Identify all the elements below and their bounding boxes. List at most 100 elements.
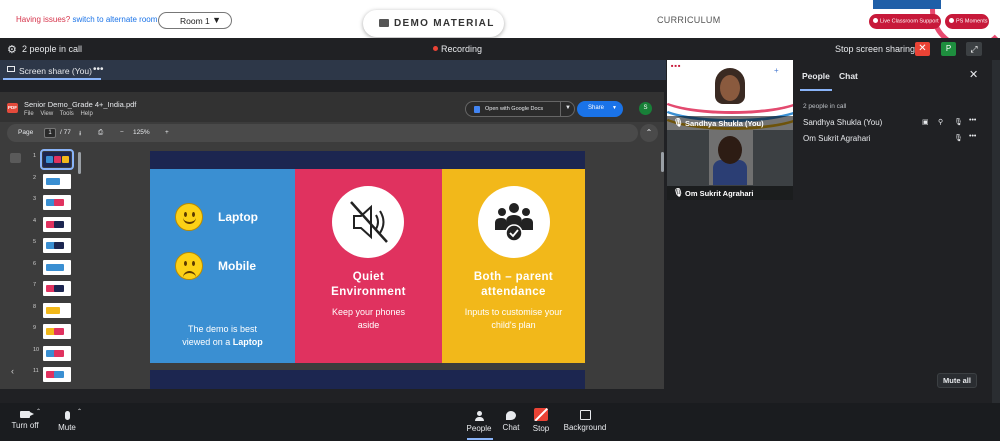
page-thumbnail[interactable] bbox=[43, 216, 71, 232]
share-button[interactable]: Share ▼ bbox=[577, 101, 623, 117]
mute-label: Mute bbox=[58, 423, 76, 432]
page-scrollbar[interactable] bbox=[992, 60, 1000, 403]
more-options-icon[interactable]: ••• bbox=[93, 64, 104, 75]
page-number-input[interactable]: 1 bbox=[44, 128, 56, 138]
next-slide-preview bbox=[150, 370, 585, 389]
page-label: Page bbox=[18, 129, 34, 136]
more-options-icon[interactable]: ••• bbox=[969, 133, 976, 140]
people-count: 2 people in call bbox=[22, 44, 83, 54]
page-thumbnail[interactable] bbox=[43, 302, 71, 318]
page-thumbnail[interactable] bbox=[43, 238, 71, 253]
demo-note-bold: Laptop bbox=[232, 337, 263, 347]
thumbnail-scrollbar[interactable] bbox=[78, 152, 81, 174]
curriculum-tab[interactable]: CURRICULUM bbox=[657, 15, 721, 25]
print-icon[interactable]: ⎙ bbox=[98, 129, 103, 137]
parents-title: Both – parent attendance bbox=[442, 270, 585, 300]
ps-moments-button[interactable]: PS Moments bbox=[945, 14, 989, 29]
top-bar: Having issues? switch to alternate room … bbox=[0, 0, 1000, 38]
live-classroom-support-button[interactable]: Live Classroom Support bbox=[869, 14, 941, 29]
chevron-up-icon[interactable]: ⌃ bbox=[77, 408, 82, 415]
page-thumbnail[interactable] bbox=[43, 195, 71, 210]
control-bar: Turn off ⌃ Mute ⌃ People Chat Stop Backg… bbox=[0, 403, 1000, 441]
plus-icon: + bbox=[774, 66, 779, 75]
expand-icon[interactable]: ⤢ bbox=[966, 42, 982, 56]
moments-icon bbox=[949, 18, 954, 23]
collapse-toolbar-icon[interactable]: ⌃ bbox=[640, 124, 658, 142]
thumbnail-number: 5 bbox=[33, 239, 37, 245]
in-call-count: 2 people in call bbox=[803, 103, 847, 110]
zoom-out-icon[interactable]: − bbox=[120, 129, 124, 136]
chat-label: Chat bbox=[502, 423, 520, 432]
screen-share-header: Screen share (You) ••• bbox=[0, 60, 666, 80]
chevron-up-icon[interactable]: ⌃ bbox=[36, 408, 41, 415]
active-control-indicator bbox=[467, 438, 493, 440]
caret-down-icon[interactable]: ▼ bbox=[565, 105, 571, 111]
stop-sharing-button[interactable]: Stop bbox=[528, 408, 554, 433]
recording-indicator: Recording bbox=[433, 44, 482, 54]
turn-off-label: Turn off bbox=[11, 421, 39, 430]
quiet-caption: Keep your phones aside bbox=[295, 306, 442, 332]
thumbnail-number: 11 bbox=[33, 368, 39, 374]
people-button[interactable]: People bbox=[462, 411, 496, 433]
zoom-in-icon[interactable]: + bbox=[165, 129, 169, 136]
mute-all-button[interactable]: Mute all bbox=[937, 373, 977, 388]
tab-people[interactable]: People bbox=[802, 71, 830, 81]
quiet-title-line-2: Environment bbox=[331, 286, 406, 298]
stop-sharing-close-button[interactable]: ✕ bbox=[915, 42, 930, 56]
page-scrollbar[interactable] bbox=[661, 152, 664, 172]
laptop-label: Laptop bbox=[218, 210, 258, 224]
close-icon[interactable]: ✕ bbox=[969, 68, 978, 81]
download-icon[interactable]: ⭳ bbox=[79, 129, 81, 140]
page-thumbnail[interactable] bbox=[43, 259, 71, 275]
thumbnail-number: 4 bbox=[33, 217, 37, 224]
page-thumbnail[interactable] bbox=[43, 345, 71, 361]
zoom-level: 125% bbox=[133, 129, 150, 136]
slide-panel-device: Laptop Mobile The demo is best viewed on… bbox=[150, 169, 295, 363]
thumbnail-number: 7 bbox=[33, 282, 37, 288]
video-tile-name: 🎙 Om Sukrit Agrahari bbox=[667, 186, 793, 200]
person-pin-icon[interactable]: ⚲ bbox=[938, 118, 943, 126]
issues-notice: Having issues? switch to alternate room bbox=[16, 15, 157, 24]
demo-note-line-2: viewed on a Laptop bbox=[150, 336, 295, 349]
stop-screen-sharing-label: Stop screen sharing bbox=[835, 44, 916, 54]
page-thumbnail[interactable] bbox=[43, 173, 71, 189]
screen-share-label[interactable]: Screen share (You) bbox=[19, 66, 92, 76]
more-options-icon[interactable]: ••• bbox=[969, 117, 976, 124]
parents-title-line-1: Both – parent bbox=[473, 271, 554, 283]
active-tab-indicator bbox=[800, 89, 832, 91]
participant-row[interactable]: Sandhya Shukla (You) bbox=[803, 118, 882, 127]
tab-chat[interactable]: Chat bbox=[839, 71, 858, 81]
thumbnail-toggle-icon[interactable] bbox=[10, 153, 21, 163]
slide-panel-quiet: Quiet Environment Keep your phones aside bbox=[295, 169, 442, 363]
open-with-google-docs-button[interactable]: Open with Google Docs ▼ bbox=[465, 101, 575, 117]
room-select-value: Room 1 bbox=[180, 16, 210, 26]
participant-row[interactable]: Om Sukrit Agrahari bbox=[803, 134, 871, 143]
quiet-title: Quiet Environment bbox=[295, 270, 442, 300]
chevron-left-icon[interactable]: ‹ bbox=[11, 366, 14, 376]
page-thumbnail[interactable] bbox=[43, 324, 71, 339]
avatar[interactable]: S bbox=[639, 102, 652, 115]
tile-name-self: Sandhya Shukla (You) bbox=[685, 119, 764, 128]
stop-label: Stop bbox=[532, 424, 550, 433]
gear-icon[interactable]: ⚙ bbox=[7, 43, 17, 56]
page-thumbnail[interactable] bbox=[40, 149, 74, 170]
parents-caption-line-1: Inputs to customise your bbox=[464, 307, 563, 317]
background-button[interactable]: Background bbox=[560, 410, 610, 432]
microphone-icon[interactable]: 🎙 bbox=[954, 118, 963, 126]
alternate-room-link[interactable]: switch to alternate room bbox=[72, 15, 157, 24]
page-thumbnail[interactable] bbox=[43, 281, 71, 296]
room-select[interactable]: Room 1 ▼ bbox=[158, 12, 232, 29]
parents-title-line-2: attendance bbox=[481, 286, 546, 298]
thumbnail-number: 1 bbox=[33, 153, 37, 159]
people-icon bbox=[474, 411, 484, 421]
thumbnail-number: 10 bbox=[33, 346, 40, 353]
page-thumbnail[interactable] bbox=[43, 367, 71, 382]
folder-icon bbox=[379, 19, 389, 27]
microphone-icon[interactable]: 🎙 bbox=[954, 134, 963, 142]
avatar[interactable]: P bbox=[941, 42, 956, 56]
chat-button[interactable]: Chat bbox=[498, 411, 524, 432]
quiet-caption-line-1: Keep your phones bbox=[331, 307, 406, 317]
pdf-menu-bar[interactable]: File View Tools Help bbox=[24, 111, 93, 117]
parents-caption-line-2: child's plan bbox=[491, 320, 536, 330]
demo-material-button[interactable]: DEMO MATERIAL bbox=[363, 10, 504, 37]
